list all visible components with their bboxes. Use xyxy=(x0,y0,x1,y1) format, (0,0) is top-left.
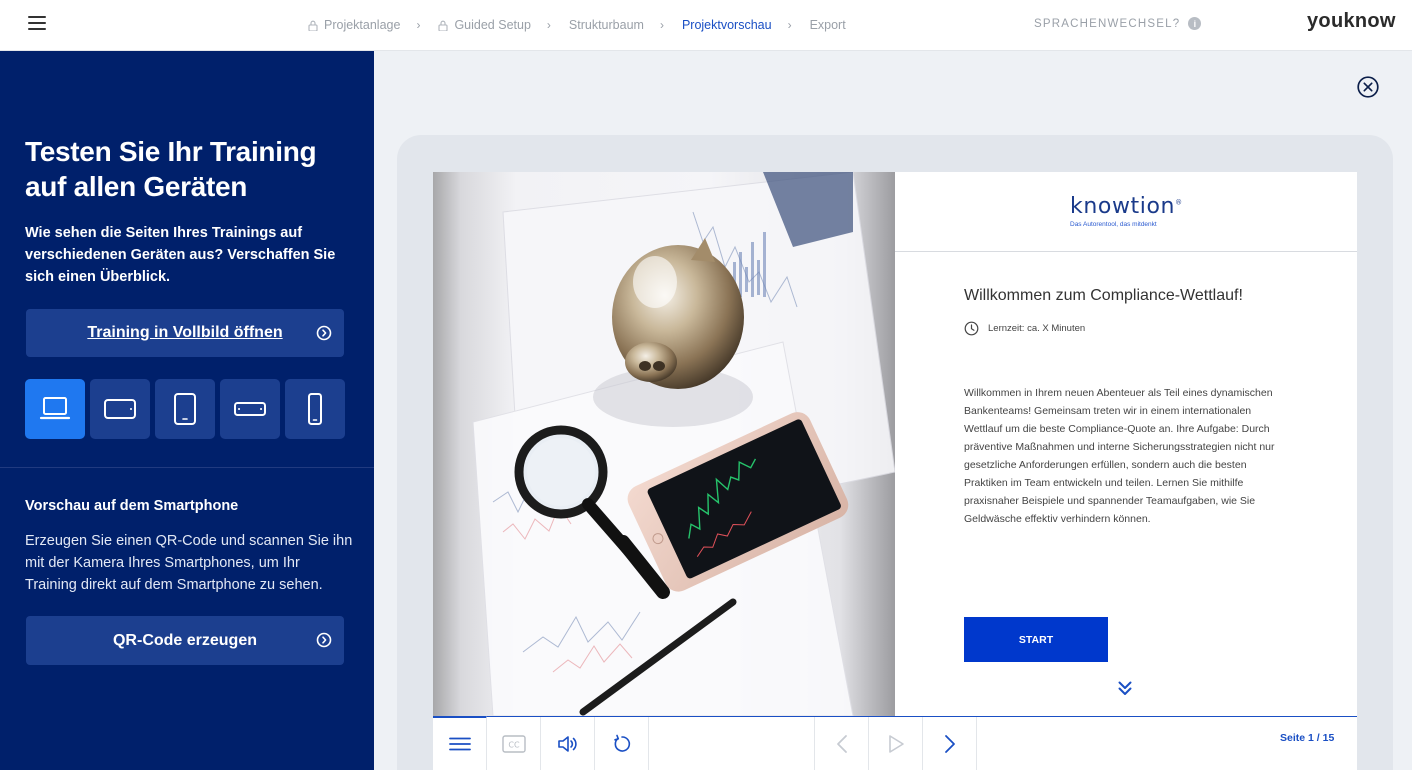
wizard-steps: Projektanlage › Guided Setup › Strukturb… xyxy=(308,0,846,50)
player-controls: CC Seite 1 / 15 xyxy=(433,716,1357,770)
device-phone-portrait-button[interactable] xyxy=(285,379,345,439)
learning-time: Lernzeit: ca. X Minuten xyxy=(964,321,1085,336)
open-fullscreen-label: Training in Vollbild öffnen xyxy=(87,324,283,341)
chevron-left-icon xyxy=(836,734,847,753)
sidebar: Testen Sie Ihr Training auf allen Geräte… xyxy=(0,51,374,770)
controls-spacer xyxy=(649,717,815,770)
start-button[interactable]: START xyxy=(964,617,1108,662)
next-button[interactable] xyxy=(923,717,977,770)
chevron-right-icon: › xyxy=(546,18,551,32)
close-icon[interactable] xyxy=(1357,76,1379,98)
play-icon xyxy=(888,734,904,753)
audio-button[interactable] xyxy=(541,717,595,770)
language-switch[interactable]: SPRACHENWECHSEL? i xyxy=(1034,17,1202,30)
generate-qr-label: QR-Code erzeugen xyxy=(112,631,257,649)
step-guided-setup[interactable]: Guided Setup xyxy=(438,18,531,32)
step-label: Guided Setup xyxy=(454,18,531,32)
info-icon[interactable]: i xyxy=(1188,17,1202,30)
knowtion-header: knowtion® Das Autorentool, das mitdenkt xyxy=(895,172,1357,252)
step-label: Projektanlage xyxy=(324,18,401,32)
device-tablet-portrait-button[interactable] xyxy=(155,379,215,439)
chevron-right-icon: › xyxy=(416,18,421,32)
step-projektvorschau[interactable]: Projektvorschau xyxy=(682,18,772,32)
top-bar: Projektanlage › Guided Setup › Strukturb… xyxy=(0,0,1412,51)
training-intro-text: Willkommen in Ihrem neuen Abenteuer als … xyxy=(964,387,1275,525)
tablet-landscape-icon xyxy=(104,399,136,419)
lock-icon xyxy=(438,20,449,31)
phone-landscape-icon xyxy=(234,402,266,416)
play-button[interactable] xyxy=(869,717,923,770)
captions-label: CC xyxy=(508,740,520,749)
open-fullscreen-button[interactable]: Training in Vollbild öffnen xyxy=(26,309,344,357)
clock-icon xyxy=(964,321,979,336)
sidebar-divider xyxy=(0,467,374,468)
chevron-right-icon xyxy=(944,734,955,753)
page-indicator: Seite 1 / 15 xyxy=(1280,732,1335,744)
device-tablet-landscape-button[interactable] xyxy=(90,379,150,439)
brand-logo: youknow xyxy=(1307,10,1396,32)
step-strukturbaum[interactable]: Strukturbaum xyxy=(569,18,644,32)
cover-image xyxy=(433,172,895,716)
phone-portrait-icon xyxy=(308,393,322,425)
training-heading: Willkommen zum Compliance-Wettlauf! xyxy=(964,287,1243,304)
step-label: Export xyxy=(809,18,846,32)
smartphone-text: Erzeugen Sie einen QR-Code und scannen S… xyxy=(25,533,353,593)
device-phone-landscape-button[interactable] xyxy=(220,379,280,439)
learning-time-text: Lernzeit: ca. X Minuten xyxy=(988,323,1086,334)
chevron-right-icon: › xyxy=(787,18,792,32)
player-menu-button[interactable] xyxy=(433,716,487,770)
step-label: Projektvorschau xyxy=(681,18,772,32)
speaker-icon xyxy=(557,735,577,752)
arrow-circle-right-icon xyxy=(316,632,332,648)
reload-icon xyxy=(613,734,630,752)
captions-button[interactable]: CC xyxy=(487,717,541,770)
knowtion-tagline: Das Autorentool, das mitdenkt xyxy=(1070,221,1157,228)
smartphone-heading: Vorschau auf dem Smartphone xyxy=(25,498,239,514)
arrow-circle-right-icon xyxy=(316,325,332,341)
chevron-right-icon: › xyxy=(659,18,664,32)
sidebar-intro: Wie sehen die Seiten Ihres Trainings auf… xyxy=(25,225,336,285)
restart-button[interactable] xyxy=(595,717,649,770)
cover-illustration xyxy=(472,172,895,716)
knowtion-logo-mark: ® xyxy=(1175,198,1183,207)
knowtion-logo: knowtion® xyxy=(1070,194,1183,219)
device-laptop-button[interactable] xyxy=(25,379,85,439)
step-export[interactable]: Export xyxy=(810,18,846,32)
training-preview: knowtion® Das Autorentool, das mitdenkt … xyxy=(433,172,1357,770)
sidebar-title: Testen Sie Ihr Training auf allen Geräte… xyxy=(25,136,317,202)
menu-icon xyxy=(448,737,471,751)
captions-icon: CC xyxy=(501,734,526,753)
step-projektanlage[interactable]: Projektanlage xyxy=(308,18,400,32)
step-label: Strukturbaum xyxy=(568,18,644,32)
lock-icon xyxy=(308,20,318,31)
previous-button[interactable] xyxy=(815,717,869,770)
double-chevron-down-icon[interactable] xyxy=(1117,680,1133,696)
knowtion-logo-word: knowtion xyxy=(1070,194,1176,219)
laptop-icon xyxy=(39,397,71,420)
menu-icon[interactable] xyxy=(28,16,46,30)
device-selector xyxy=(25,379,345,439)
tablet-portrait-icon xyxy=(174,393,196,425)
language-switch-label: SPRACHENWECHSEL? xyxy=(1034,17,1181,30)
generate-qr-button[interactable]: QR-Code erzeugen xyxy=(26,616,344,665)
